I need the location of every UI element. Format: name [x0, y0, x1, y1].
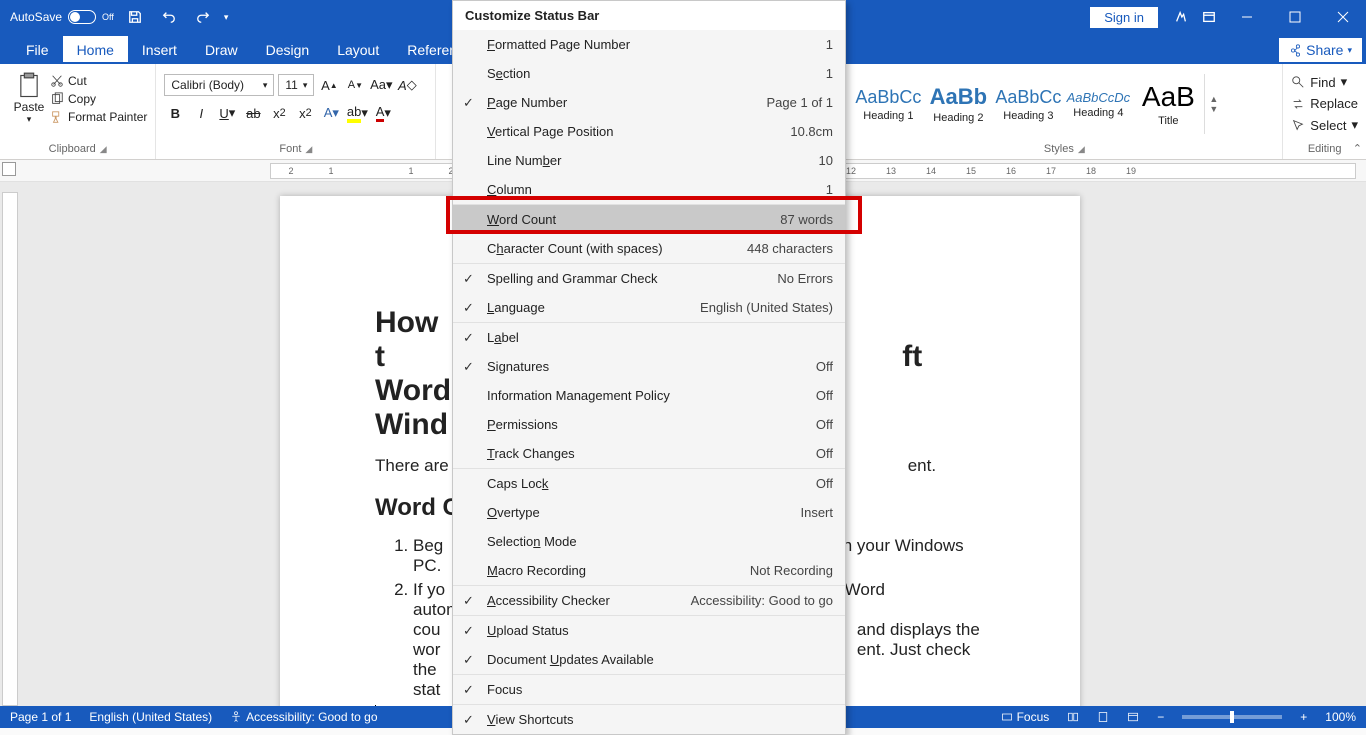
find-button[interactable]: Find ▾	[1291, 74, 1358, 90]
coming-soon-icon[interactable]	[1168, 4, 1194, 30]
menu-item[interactable]: Line Number10	[453, 146, 845, 175]
zoom-slider[interactable]	[1182, 715, 1282, 719]
change-case-icon[interactable]: Aa▾	[370, 74, 392, 96]
focus-mode-button[interactable]: Focus	[1001, 710, 1050, 724]
view-read-icon[interactable]	[1067, 711, 1079, 723]
font-name-combo[interactable]: Calibri (Body)▾	[164, 74, 274, 96]
group-styles: AaBbCcHeading 1 AaBbHeading 2 AaBbCcHead…	[846, 64, 1283, 159]
shrink-font-icon[interactable]: A▼	[344, 74, 366, 96]
tab-file[interactable]: File	[12, 36, 63, 64]
menu-item[interactable]: Caps LockOff	[453, 469, 845, 498]
menu-item[interactable]: Selection Mode	[453, 527, 845, 556]
styles-gallery[interactable]: AaBbCcHeading 1 AaBbHeading 2 AaBbCcHead…	[854, 68, 1222, 140]
group-clipboard: Paste ▾ Cut Copy Format Painter Clipboar…	[0, 64, 156, 159]
superscript-button[interactable]: x2	[294, 102, 316, 124]
collapse-ribbon-icon[interactable]: ⌃	[1353, 142, 1362, 155]
menu-item[interactable]: ✓Document Updates Available	[453, 645, 845, 674]
menu-item[interactable]: PermissionsOff	[453, 410, 845, 439]
italic-button[interactable]: I	[190, 102, 212, 124]
menu-item[interactable]: Track ChangesOff	[453, 439, 845, 468]
zoom-level[interactable]: 100%	[1325, 710, 1356, 724]
font-color-icon[interactable]: A▾	[372, 102, 394, 124]
tab-selector-icon[interactable]	[2, 162, 16, 176]
status-accessibility[interactable]: Accessibility: Good to go	[230, 710, 377, 724]
menu-item[interactable]: Column1	[453, 175, 845, 204]
text-effects-icon[interactable]: A▾	[320, 102, 342, 124]
minimize-button[interactable]	[1224, 0, 1270, 34]
menu-item[interactable]: Formatted Page Number1	[453, 30, 845, 59]
tab-draw[interactable]: Draw	[191, 36, 252, 64]
menu-item[interactable]: ✓Spelling and Grammar CheckNo Errors	[453, 264, 845, 293]
menu-item[interactable]: OvertypeInsert	[453, 498, 845, 527]
dialog-launcher-icon[interactable]: ◢	[100, 144, 107, 155]
menu-item[interactable]: ✓Page NumberPage 1 of 1	[453, 88, 845, 117]
select-button[interactable]: Select ▾	[1291, 117, 1358, 133]
view-print-icon[interactable]	[1097, 711, 1109, 723]
menu-item[interactable]: Vertical Page Position10.8cm	[453, 117, 845, 146]
tab-home[interactable]: Home	[63, 36, 128, 64]
clear-formatting-icon[interactable]: A◇	[396, 74, 418, 96]
menu-item[interactable]: ✓SignaturesOff	[453, 352, 845, 381]
menu-item[interactable]: ✓View Shortcuts	[453, 705, 845, 734]
underline-button[interactable]: U▾	[216, 102, 238, 124]
replace-button[interactable]: Replace	[1291, 96, 1358, 111]
menu-item[interactable]: ✓Label	[453, 323, 845, 352]
font-size-combo[interactable]: 11▾	[278, 74, 314, 96]
dialog-launcher-icon[interactable]: ◢	[1078, 144, 1085, 155]
menu-item[interactable]: ✓LanguageEnglish (United States)	[453, 293, 845, 322]
menu-title: Customize Status Bar	[453, 1, 845, 30]
status-page[interactable]: Page 1 of 1	[10, 710, 71, 724]
save-icon[interactable]	[122, 4, 148, 30]
share-button[interactable]: Share ▾	[1279, 38, 1362, 62]
cut-button[interactable]: Cut	[50, 74, 147, 88]
close-button[interactable]	[1320, 0, 1366, 34]
customize-status-bar-menu: Customize Status Bar Formatted Page Numb…	[452, 0, 846, 735]
grow-font-icon[interactable]: A▲	[318, 74, 340, 96]
redo-icon[interactable]	[190, 4, 216, 30]
menu-item[interactable]: ✓Upload Status	[453, 616, 845, 645]
maximize-button[interactable]	[1272, 0, 1318, 34]
bold-button[interactable]: B	[164, 102, 186, 124]
menu-item[interactable]: Macro RecordingNot Recording	[453, 556, 845, 585]
view-web-icon[interactable]	[1127, 711, 1139, 723]
styles-more-icon[interactable]: ▲▼	[1204, 74, 1222, 134]
menu-item[interactable]: Information Management PolicyOff	[453, 381, 845, 410]
zoom-out-button[interactable]: −	[1157, 710, 1164, 724]
strike-button[interactable]: ab	[242, 102, 264, 124]
dialog-launcher-icon[interactable]: ◢	[305, 144, 312, 155]
tab-insert[interactable]: Insert	[128, 36, 191, 64]
tab-layout[interactable]: Layout	[323, 36, 393, 64]
status-language[interactable]: English (United States)	[89, 710, 212, 724]
paste-button[interactable]: Paste ▾	[8, 68, 50, 125]
menu-item[interactable]: Character Count (with spaces)448 charact…	[453, 234, 845, 263]
autosave-toggle[interactable]: AutoSave Off	[10, 10, 114, 24]
highlight-icon[interactable]: ab▾	[346, 102, 368, 124]
menu-item[interactable]: ✓Focus	[453, 675, 845, 704]
zoom-in-button[interactable]: +	[1300, 710, 1307, 724]
ribbon-display-icon[interactable]	[1196, 4, 1222, 30]
undo-icon[interactable]	[156, 4, 182, 30]
menu-item[interactable]: Word Count87 words	[453, 205, 845, 234]
format-painter-button[interactable]: Format Painter	[50, 110, 147, 124]
group-font: Calibri (Body)▾ 11▾ A▲ A▼ Aa▾ A◇ B I U▾ …	[156, 64, 436, 159]
toggle-off-icon	[68, 10, 96, 24]
vertical-ruler[interactable]	[2, 192, 18, 706]
sign-in-button[interactable]: Sign in	[1090, 7, 1158, 28]
subscript-button[interactable]: x2	[268, 102, 290, 124]
copy-button[interactable]: Copy	[50, 92, 147, 106]
menu-item[interactable]: ✓Accessibility CheckerAccessibility: Goo…	[453, 586, 845, 615]
tab-design[interactable]: Design	[252, 36, 324, 64]
menu-item[interactable]: Section1	[453, 59, 845, 88]
